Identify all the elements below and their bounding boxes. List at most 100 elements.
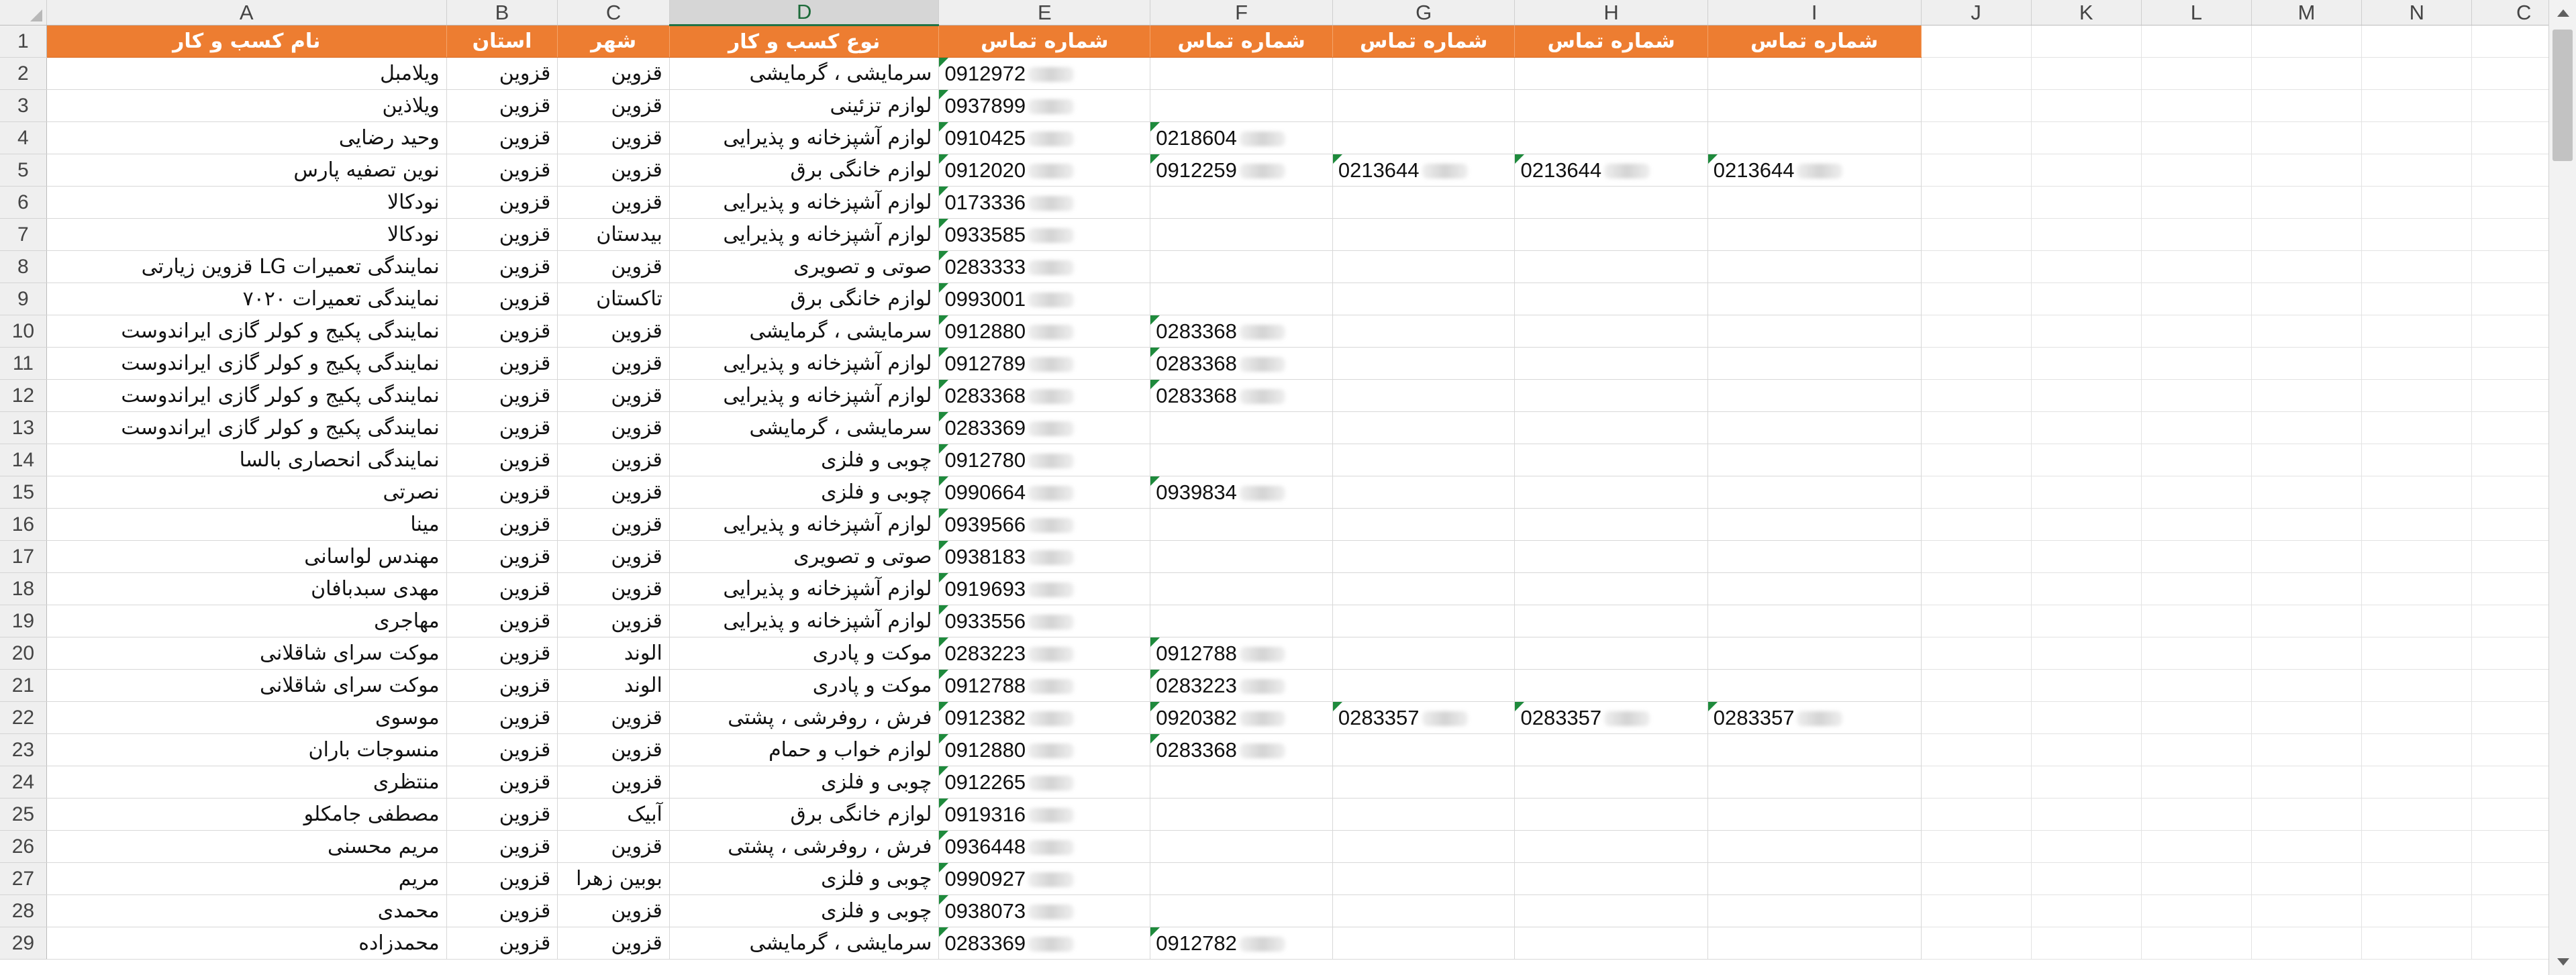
phone-cell[interactable]	[1707, 508, 1922, 541]
business-name-cell[interactable]: مهندس لواسانی	[46, 540, 447, 573]
phone-cell[interactable]	[1707, 540, 1922, 573]
empty-cell[interactable]	[2251, 572, 2363, 605]
city-cell[interactable]: قزوین	[557, 154, 670, 187]
business-type-cell[interactable]: سرمایشی ، گرمایشی	[669, 927, 940, 960]
business-name-cell[interactable]: مریم محسنی	[46, 830, 447, 863]
empty-cell[interactable]	[2361, 605, 2473, 637]
phone-cell[interactable]	[1332, 121, 1516, 154]
phone-cell[interactable]	[1707, 379, 1922, 412]
empty-cell[interactable]	[2141, 733, 2252, 766]
empty-cell[interactable]	[2031, 25, 2142, 58]
phone-cell[interactable]	[1150, 283, 1333, 315]
empty-cell[interactable]	[2361, 89, 2473, 122]
empty-cell[interactable]	[1921, 186, 2032, 219]
empty-cell[interactable]	[2361, 121, 2473, 154]
empty-cell[interactable]	[2361, 669, 2473, 702]
empty-cell[interactable]	[2361, 250, 2473, 283]
business-name-cell[interactable]: محمدزاده	[46, 927, 447, 960]
empty-cell[interactable]	[2031, 154, 2142, 187]
phone-cell[interactable]	[1332, 315, 1516, 348]
empty-cell[interactable]	[2361, 25, 2473, 58]
column-header-b[interactable]: B	[446, 0, 558, 25]
row-header[interactable]: 29	[0, 927, 47, 960]
row-header[interactable]: 16	[0, 508, 47, 541]
empty-cell[interactable]	[1921, 315, 2032, 348]
empty-cell[interactable]	[2031, 283, 2142, 315]
province-cell[interactable]: قزوین	[446, 605, 558, 637]
column-header-i[interactable]: I	[1707, 0, 1922, 25]
phone-cell[interactable]	[1332, 927, 1516, 960]
phone-cell[interactable]: 0283368	[1150, 315, 1333, 348]
business-name-cell[interactable]: نصرتی	[46, 476, 447, 509]
phone-cell[interactable]	[1514, 379, 1708, 412]
city-cell[interactable]: تاکستان	[557, 283, 670, 315]
empty-cell[interactable]	[2031, 57, 2142, 90]
business-name-cell[interactable]: ویلامبل	[46, 57, 447, 90]
empty-cell[interactable]	[2031, 508, 2142, 541]
empty-cell[interactable]	[2251, 669, 2363, 702]
business-name-cell[interactable]: مصطفی جامکلو	[46, 798, 447, 831]
empty-cell[interactable]	[2031, 637, 2142, 670]
phone-cell[interactable]	[1707, 476, 1922, 509]
business-name-cell[interactable]: نمایندگی پکیج و کولر گازی ایراندوست	[46, 411, 447, 444]
row-header[interactable]: 1	[0, 25, 47, 58]
phone-cell[interactable]	[1707, 218, 1922, 251]
empty-cell[interactable]	[2361, 637, 2473, 670]
row-header[interactable]: 2	[0, 57, 47, 90]
phone-cell[interactable]	[1332, 347, 1516, 380]
empty-cell[interactable]	[2361, 830, 2473, 863]
phone-cell[interactable]	[1514, 89, 1708, 122]
phone-cell[interactable]	[1707, 605, 1922, 637]
business-type-cell[interactable]: موکت و پادری	[669, 637, 940, 670]
phone-cell[interactable]	[1707, 89, 1922, 122]
empty-cell[interactable]	[1921, 250, 2032, 283]
sheet-grid[interactable]: A B C D E F G H I J K L M N C 1 نام کسب …	[0, 0, 2576, 960]
empty-cell[interactable]	[2141, 862, 2252, 895]
empty-cell[interactable]	[2031, 798, 2142, 831]
row-header[interactable]: 9	[0, 283, 47, 315]
phone-cell[interactable]	[1332, 572, 1516, 605]
empty-cell[interactable]	[1921, 862, 2032, 895]
empty-cell[interactable]	[1921, 379, 2032, 412]
phone-cell[interactable]	[1332, 283, 1516, 315]
business-name-cell[interactable]: نودکالا	[46, 218, 447, 251]
business-type-cell[interactable]: لوازم تزئینی	[669, 89, 940, 122]
business-type-cell[interactable]: فرش ، روفرشی ، پشتی	[669, 701, 940, 734]
phone-cell[interactable]	[1514, 186, 1708, 219]
row-header[interactable]: 28	[0, 894, 47, 927]
phone-cell[interactable]	[1332, 411, 1516, 444]
business-type-cell[interactable]: چوبی و فلزی	[669, 444, 940, 476]
phone-cell[interactable]	[1514, 347, 1708, 380]
empty-cell[interactable]	[2361, 411, 2473, 444]
business-name-cell[interactable]: منسوجات باران	[46, 733, 447, 766]
column-header-g[interactable]: G	[1332, 0, 1516, 25]
city-cell[interactable]: قزوین	[557, 476, 670, 509]
province-cell[interactable]: قزوین	[446, 540, 558, 573]
row-header[interactable]: 5	[0, 154, 47, 187]
phone-cell[interactable]	[1332, 669, 1516, 702]
phone-cell[interactable]	[1707, 411, 1922, 444]
phone-cell[interactable]	[1332, 766, 1516, 799]
business-name-cell[interactable]: نمایندگی پکیج و کولر گازی ایراندوست	[46, 347, 447, 380]
business-type-cell[interactable]: لوازم آشپزخانه و پذیرایی	[669, 605, 940, 637]
empty-cell[interactable]	[2251, 733, 2363, 766]
business-name-cell[interactable]: موکت سرای شاقلانی	[46, 637, 447, 670]
row-header[interactable]: 21	[0, 669, 47, 702]
phone-cell[interactable]	[1150, 605, 1333, 637]
city-cell[interactable]: قزوین	[557, 444, 670, 476]
phone-cell[interactable]: 0937899	[938, 89, 1151, 122]
empty-cell[interactable]	[1921, 830, 2032, 863]
empty-cell[interactable]	[2251, 605, 2363, 637]
column-header-n[interactable]: N	[2361, 0, 2473, 25]
city-cell[interactable]: قزوین	[557, 605, 670, 637]
province-cell[interactable]: قزوین	[446, 669, 558, 702]
empty-cell[interactable]	[2141, 379, 2252, 412]
phone-cell[interactable]: 0938073	[938, 894, 1151, 927]
phone-cell[interactable]: 0283368	[1150, 733, 1333, 766]
empty-cell[interactable]	[2251, 766, 2363, 799]
empty-cell[interactable]	[2361, 476, 2473, 509]
business-type-cell[interactable]: لوازم آشپزخانه و پذیرایی	[669, 508, 940, 541]
city-cell[interactable]: قزوین	[557, 186, 670, 219]
empty-cell[interactable]	[1921, 347, 2032, 380]
phone-cell[interactable]	[1150, 766, 1333, 799]
